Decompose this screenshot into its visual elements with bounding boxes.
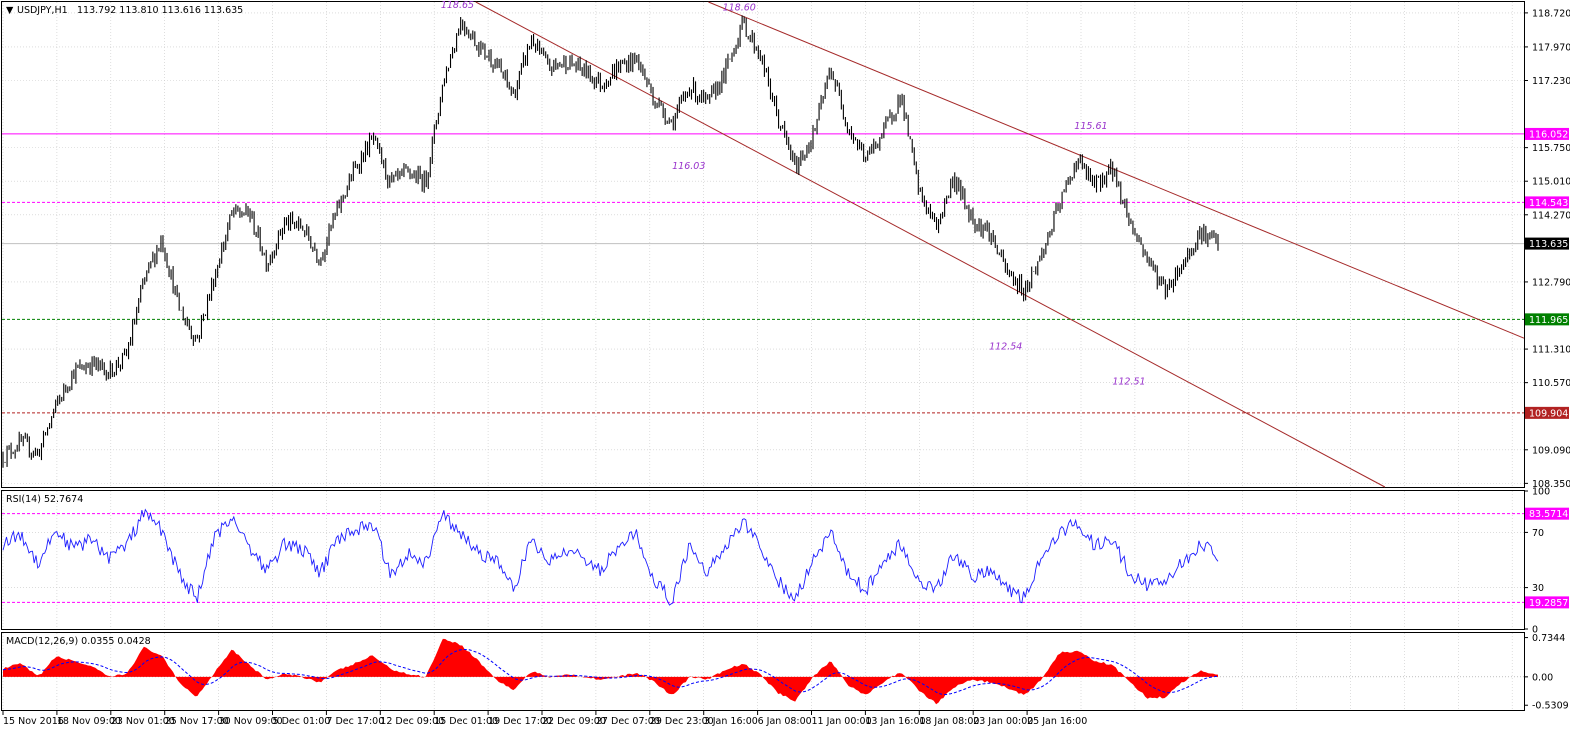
- level-tag-label: 109.904: [1529, 408, 1568, 419]
- rsi-tick-label: 70: [1532, 528, 1544, 539]
- price-annotation: 112.51: [1112, 377, 1145, 388]
- chart-canvas[interactable]: 116.052 114.543 111.965 109.904 113.635 83.57…: [0, 0, 1570, 733]
- time-tick-label: 13 Jan 16:00: [865, 716, 925, 727]
- rsi-level-label: 19.2857: [1529, 598, 1568, 609]
- macd-tick-label: -0.5309: [1532, 701, 1569, 712]
- symbol-timeframe: USDJPY,H1: [17, 5, 68, 16]
- price-tick-label: 114.270: [1532, 210, 1570, 221]
- price-tick-label: 117.230: [1532, 76, 1570, 87]
- price-tick-label: 110.570: [1532, 378, 1570, 389]
- time-tick-label: 6 Jan 08:00: [758, 716, 812, 727]
- rsi-title: RSI(14) 52.7674: [6, 494, 83, 505]
- price-annotation: 115.61: [1074, 121, 1107, 132]
- price-tick-label: 115.010: [1532, 177, 1570, 188]
- time-tick-label: 11 Jan 00:00: [812, 716, 872, 727]
- price-annotation: 118.60: [723, 2, 756, 13]
- time-tick-label: 18 Jan 08:00: [919, 716, 979, 727]
- price-tick-label: 109.090: [1532, 445, 1570, 456]
- ohlc-readout: 113.792 113.810 113.616 113.635: [77, 5, 243, 16]
- price-annotation: 116.03: [672, 161, 705, 172]
- price-tick-label: 118.720: [1532, 8, 1570, 19]
- time-tick-label: 5 Dec 01:00: [273, 716, 331, 727]
- last-price-label: 113.635: [1529, 239, 1568, 250]
- time-tick-label: 15 Nov 2016: [3, 716, 64, 727]
- time-tick-label: 23 Jan 00:00: [973, 716, 1033, 727]
- time-tick-label: 3 Jan 16:00: [704, 716, 758, 727]
- price-tick-label: 112.790: [1532, 277, 1570, 288]
- price-annotation: 112.54: [989, 341, 1022, 352]
- time-tick-label: 25 Jan 16:00: [1027, 716, 1087, 727]
- macd-tick-label: 0.00: [1532, 672, 1553, 683]
- level-tag-label: 116.052: [1529, 129, 1568, 140]
- macd-title: MACD(12,26,9) 0.0355 0.0428: [6, 636, 151, 647]
- level-tag-label: 111.965: [1529, 315, 1568, 326]
- rsi-tick-label: 30: [1532, 583, 1544, 594]
- level-tag-label: 114.543: [1529, 198, 1568, 209]
- macd-tick-label: 0.7344: [1532, 633, 1565, 644]
- rsi-tick-label: 100: [1532, 487, 1550, 498]
- time-tick-label: 7 Dec 17:00: [326, 716, 384, 727]
- price-annotation: 118.65: [441, 0, 474, 11]
- price-tick-label: 111.310: [1532, 345, 1570, 356]
- trading-chart[interactable]: 116.052 114.543 111.965 109.904 113.635 83.57…: [0, 0, 1570, 733]
- rsi-level-label: 83.5714: [1529, 509, 1568, 520]
- price-tick-label: 117.970: [1532, 42, 1570, 53]
- price-tick-label: 115.750: [1532, 143, 1570, 154]
- symbol-indicator-icon: ▼: [6, 5, 14, 16]
